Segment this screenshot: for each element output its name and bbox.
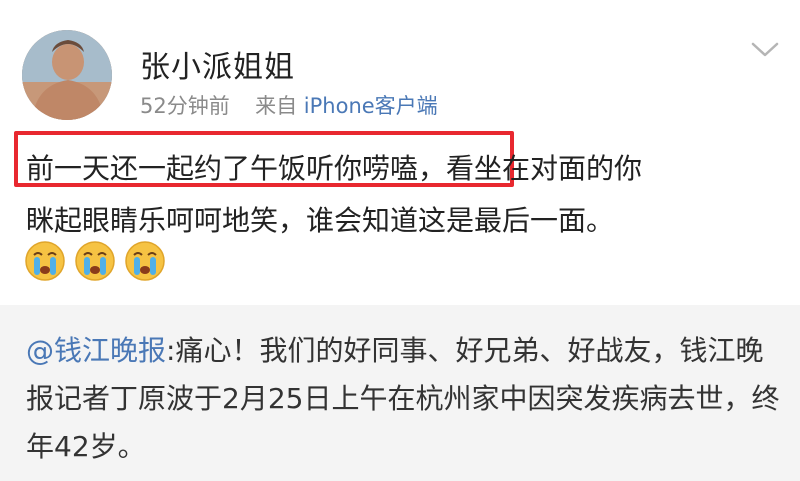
emoji-row [24,240,166,282]
crying-face-icon [125,241,165,281]
post-body: 前一天还一起约了午饭听你唠嗑，看坐在对面的你 眯起眼睛乐呵呵地笑，谁会知道这是最… [26,143,786,247]
chevron-down-icon[interactable] [750,40,780,60]
avatar[interactable] [22,30,112,120]
post-line-1: 前一天还一起约了午饭听你唠嗑，看坐在对面的你 [26,143,786,195]
client-link[interactable]: iPhone客户端 [304,94,438,118]
post-meta: 52分钟前 来自 iPhone客户端 [140,90,438,120]
mention-link[interactable]: @钱江晚报 [26,334,166,367]
repost-card[interactable]: @钱江晚报:痛心！我们的好同事、好兄弟、好战友，钱江晚报记者丁原波于2月25日上… [0,305,800,481]
post-time: 52分钟前 [140,94,230,118]
weibo-post: 张小派姐姐 52分钟前 来自 iPhone客户端 前一天还一起约了午饭听你唠嗑，… [0,0,800,305]
author-name[interactable]: 张小派姐姐 [140,42,295,86]
source-prefix: 来自 [255,94,298,118]
repost-body: @钱江晚报:痛心！我们的好同事、好兄弟、好战友，钱江晚报记者丁原波于2月25日上… [26,327,786,471]
crying-face-icon [75,241,115,281]
highlighted-text: 前一天还一起约了午饭听你唠嗑， [26,152,447,185]
avatar-photo [22,30,112,120]
crying-face-icon [25,241,65,281]
post-line-1-rest: 看坐在对面的你 [446,152,643,185]
